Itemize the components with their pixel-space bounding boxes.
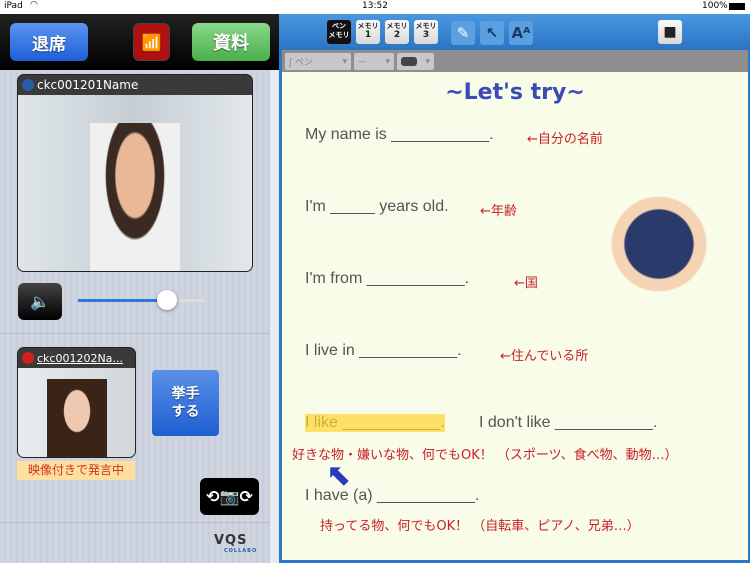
students-illustration bbox=[594, 190, 724, 298]
pen-options-bar: ʃ ペン ▾ — ▾ ▾ bbox=[282, 50, 748, 72]
wifi-icon: ◠ bbox=[30, 0, 38, 10]
sheet-line: I'm _____ years old. bbox=[305, 198, 449, 215]
sheet-line: I live in ___________. bbox=[305, 342, 462, 359]
exit-button[interactable]: 退席 bbox=[10, 23, 88, 61]
dropdown-arrow-icon: ▾ bbox=[342, 56, 347, 67]
camera-rotate-icon: ⟲📷⟳ bbox=[206, 487, 253, 506]
switch-camera-button[interactable]: ⟲📷⟳ bbox=[200, 478, 259, 515]
pen-memory-button[interactable]: ペン メモリ bbox=[327, 20, 351, 44]
person-image bbox=[46, 379, 107, 457]
sheet-line: My name is ___________. bbox=[305, 126, 494, 143]
sheet-title: ~Let's try~ bbox=[445, 80, 585, 105]
dropdown-arrow-icon: ▾ bbox=[425, 56, 430, 67]
battery-percent: 100% bbox=[702, 1, 728, 11]
person-image bbox=[90, 123, 180, 271]
battery-icon bbox=[729, 3, 745, 10]
whiteboard-toolbar: ペン メモリ メモリ 1 メモリ 2 メモリ 3 ✎ ↖ Aᴬ ■ bbox=[279, 14, 750, 50]
line-width-dropdown[interactable]: — ▾ bbox=[354, 53, 394, 70]
text-icon: Aᴬ bbox=[511, 24, 531, 42]
folder-icon: ■ bbox=[663, 24, 677, 40]
like-line: I like ___________. bbox=[305, 414, 445, 432]
speaking-status: 映像付きで発言中 bbox=[17, 461, 135, 480]
pen-type-dropdown[interactable]: ʃ ペン ▾ bbox=[285, 53, 351, 70]
volume-knob[interactable] bbox=[156, 290, 177, 310]
divider bbox=[0, 333, 270, 334]
sheet-line: I'm from ___________. bbox=[305, 270, 470, 287]
color-dropdown[interactable]: ▾ bbox=[397, 53, 434, 70]
status-bar: iPad ◠ 13:52 100% bbox=[0, 0, 750, 14]
antenna-icon: 📶 bbox=[141, 32, 162, 52]
divider bbox=[0, 522, 270, 523]
video-feed bbox=[18, 95, 252, 271]
have-note: 持ってる物、何でもOK！ （自転車、ピアノ、兄弟…） bbox=[320, 519, 640, 534]
clock: 13:52 bbox=[362, 1, 388, 11]
volume-slider[interactable] bbox=[78, 290, 205, 310]
memory-1-button[interactable]: メモリ 1 bbox=[356, 20, 380, 44]
arrow-pointer-icon: ↖ bbox=[485, 24, 499, 42]
pointer-tool-button[interactable]: ↖ bbox=[480, 21, 504, 45]
have-line: I have (a) ___________. bbox=[305, 487, 480, 504]
broadcast-button[interactable]: 📶 bbox=[133, 23, 170, 61]
device-label: iPad bbox=[4, 1, 23, 11]
participant-name: ckc001201Name bbox=[37, 78, 139, 92]
sheet-note: ←年齢 bbox=[480, 204, 517, 219]
sheet-note: ←自分の名前 bbox=[527, 132, 603, 147]
speaker-button[interactable]: 🔈 bbox=[18, 283, 62, 320]
worksheet[interactable]: ~Let's try~ My name is ___________. ←自分の… bbox=[282, 72, 748, 560]
status-dot bbox=[22, 352, 34, 364]
volume-fill bbox=[78, 299, 167, 302]
raise-hand-button[interactable]: 挙手 する bbox=[152, 370, 219, 436]
sheet-note: ←国 bbox=[514, 276, 538, 291]
teacher-video[interactable]: ckc001201Name bbox=[17, 74, 253, 272]
panel-edge bbox=[270, 70, 279, 563]
speaker-icon: 🔈 bbox=[30, 292, 50, 311]
pencil-icon: ✎ bbox=[456, 24, 470, 42]
text-tool-button[interactable]: Aᴬ bbox=[509, 21, 533, 45]
dropdown-arrow-icon: ▾ bbox=[385, 56, 390, 67]
folder-button[interactable]: ■ bbox=[658, 20, 682, 44]
status-dot bbox=[22, 79, 34, 91]
participant-name: ckc001202Na... bbox=[37, 351, 123, 365]
memory-2-button[interactable]: メモリ 2 bbox=[385, 20, 409, 44]
pen-tool-button[interactable]: ✎ bbox=[451, 21, 475, 45]
memory-3-button[interactable]: メモリ 3 bbox=[414, 20, 438, 44]
sheet-note: ←住んでいる所 bbox=[500, 349, 589, 364]
student-video[interactable]: ckc001202Na... bbox=[17, 347, 136, 458]
vqs-logo: VQS COLLABO bbox=[214, 533, 258, 554]
materials-button[interactable]: 資料 bbox=[192, 23, 270, 61]
dislike-line: I don't like ___________. bbox=[479, 414, 658, 431]
left-toolbar: 退席 📶 資料 bbox=[0, 14, 279, 70]
video-feed bbox=[18, 368, 135, 457]
